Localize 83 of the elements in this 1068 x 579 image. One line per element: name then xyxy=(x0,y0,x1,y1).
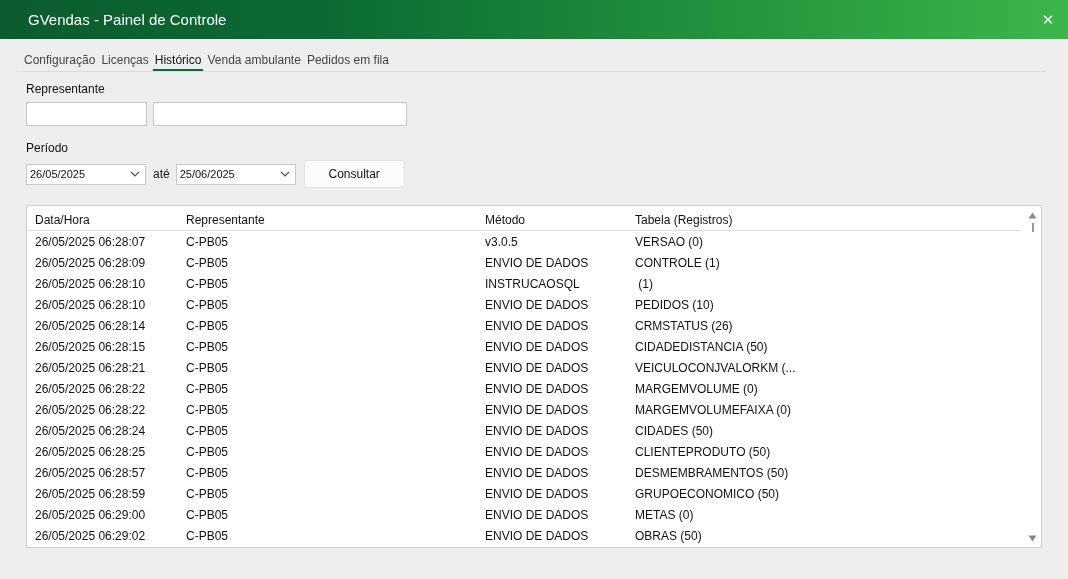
table-cell-text: C-PB05 xyxy=(185,234,230,249)
table-cell-text: 26/05/2025 06:28:07 xyxy=(34,234,147,249)
table-cell-text: 26/05/2025 06:29:00 xyxy=(34,507,147,522)
table-cell-text: 26/05/2025 06:28:14 xyxy=(34,318,147,333)
table-cell-text: ENVIO DE DADOS xyxy=(484,444,590,459)
table-cell-text: CIDADES (50) xyxy=(634,423,715,438)
table-cell-text: DESMEMBRAMENTOS (50) xyxy=(634,465,790,480)
tab[interactable]: Histórico xyxy=(152,52,204,71)
code-field[interactable] xyxy=(26,102,147,126)
table-cell-text: MARGEMVOLUME (0) xyxy=(634,381,759,396)
field-label: Representante xyxy=(26,82,106,96)
table-cell-text: ENVIO DE DADOS xyxy=(484,297,590,312)
chevron-down-icon xyxy=(130,171,140,177)
table-cell-text: C-PB05 xyxy=(185,297,230,312)
table-cell-text: 26/05/2025 06:28:22 xyxy=(34,381,147,396)
table-cell-text: ENVIO DE DADOS xyxy=(484,255,590,270)
tab[interactable]: Pedidos em fila xyxy=(304,52,391,71)
table-cell-text: (1) xyxy=(637,276,654,291)
table-cell-text: CRMSTATUS (26) xyxy=(634,318,734,333)
column-header[interactable]: Método xyxy=(478,213,628,230)
table-cell-text: C-PB05 xyxy=(185,444,230,459)
tab[interactable]: Licenças xyxy=(99,52,151,71)
tab[interactable]: Configuração xyxy=(22,52,98,71)
table-cell-text: CIDADEDISTANCIA (50) xyxy=(634,339,769,354)
table-cell-text: ENVIO DE DADOS xyxy=(484,402,590,417)
table-cell-text: PEDIDOS (10) xyxy=(634,297,715,312)
scroll-down-icon[interactable] xyxy=(1028,535,1037,542)
field-label: Período xyxy=(26,141,70,155)
table-cell-text: GRUPOECONOMICO (50) xyxy=(634,486,780,501)
column-header[interactable]: Data/Hora xyxy=(28,213,179,230)
table-cell-text: C-PB05 xyxy=(185,339,230,354)
tab[interactable]: Venda ambulante xyxy=(205,52,303,71)
table-cell-text: METAS (0) xyxy=(634,507,695,522)
table-cell-text: 26/05/2025 06:28:09 xyxy=(34,255,147,270)
range-separator: até xyxy=(153,167,170,181)
table-cell-text: 26/05/2025 06:28:59 xyxy=(34,486,147,501)
date-picker[interactable]: 26/05/2025 xyxy=(26,163,146,185)
table-cell-text: C-PB05 xyxy=(185,507,230,522)
table-cell-text: ENVIO DE DADOS xyxy=(484,360,590,375)
table-cell-text: C-PB05 xyxy=(185,465,230,480)
column-header[interactable]: Tabela (Registros) xyxy=(628,213,1022,230)
table-cell-text: ENVIO DE DADOS xyxy=(484,381,590,396)
window-title: GVendas - Painel de Controle xyxy=(27,11,227,28)
table-cell-text: CONTROLE (1) xyxy=(634,255,721,270)
table-cell-text: ENVIO DE DADOS xyxy=(484,318,590,333)
table-cell-text: 26/05/2025 06:28:10 xyxy=(34,276,147,291)
column-header[interactable]: Representante xyxy=(179,213,478,230)
date-picker[interactable]: 25/06/2025 xyxy=(175,163,296,185)
table-cell-text: ENVIO DE DADOS xyxy=(484,528,590,543)
table-cell-text: C-PB05 xyxy=(185,360,230,375)
table-cell-text: VERSAO (0) xyxy=(634,234,704,249)
table-cell-text: 26/05/2025 06:28:57 xyxy=(34,465,147,480)
table-cell-text: C-PB05 xyxy=(185,402,230,417)
table-cell-text: ENVIO DE DADOS xyxy=(484,486,590,501)
table-cell-text: ENVIO DE DADOS xyxy=(484,423,590,438)
table-cell-text: INSTRUCAOSQL xyxy=(484,276,581,291)
scroll-up-icon[interactable] xyxy=(1028,212,1037,219)
table-cell-text: C-PB05 xyxy=(185,528,230,543)
name-field[interactable] xyxy=(153,102,407,126)
table-cell-text: C-PB05 xyxy=(185,486,230,501)
table-cell-text: C-PB05 xyxy=(185,423,230,438)
table-cell-text: CLIENTEPRODUTO (50) xyxy=(634,444,772,459)
table-cell-text: ENVIO DE DADOS xyxy=(484,339,590,354)
search-button[interactable]: Consultar xyxy=(303,160,405,188)
table-cell-text: 26/05/2025 06:28:15 xyxy=(34,339,147,354)
table-cell-text: OBRAS (50) xyxy=(634,528,703,543)
table-cell-text: C-PB05 xyxy=(185,276,230,291)
table-cell-text: ENVIO DE DADOS xyxy=(484,465,590,480)
table-cell-text: 26/05/2025 06:28:22 xyxy=(34,402,147,417)
table-cell-text: 26/05/2025 06:28:24 xyxy=(34,423,147,438)
table-cell-text: C-PB05 xyxy=(185,255,230,270)
table-cell-text: MARGEMVOLUMEFAIXA (0) xyxy=(634,402,793,417)
table-cell-text: 26/05/2025 06:28:10 xyxy=(34,297,147,312)
table-cell-text: VEICULOCONJVALORKM (... xyxy=(634,360,797,375)
chevron-down-icon xyxy=(279,171,290,177)
table-cell-text: C-PB05 xyxy=(185,381,230,396)
table-cell-text: 26/05/2025 06:28:21 xyxy=(34,360,147,375)
table-cell-text: v3.0.5 xyxy=(484,234,519,249)
scroll-thumb[interactable] xyxy=(1031,223,1034,232)
table-cell-text: C-PB05 xyxy=(185,318,230,333)
table-cell-text: ENVIO DE DADOS xyxy=(484,507,590,522)
table-cell-text: 26/05/2025 06:28:25 xyxy=(34,444,147,459)
table-cell-text: 26/05/2025 06:29:02 xyxy=(34,528,147,543)
